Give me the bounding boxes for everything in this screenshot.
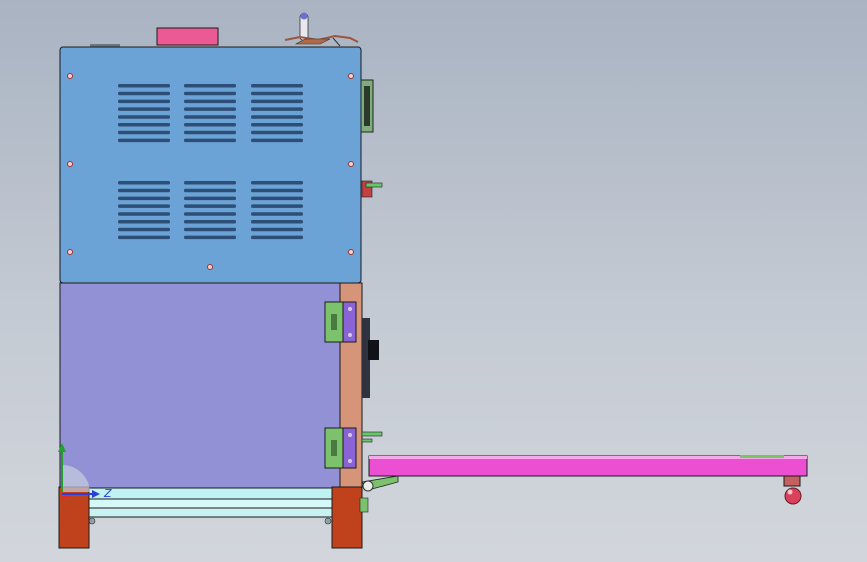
- vent-slot: [251, 181, 303, 185]
- vent-slot: [118, 99, 170, 104]
- vent-slot: [251, 130, 303, 135]
- vent-slot: [118, 204, 170, 208]
- vent-slot: [184, 196, 236, 201]
- z-axis-label: Z: [103, 487, 112, 500]
- vent-slot: [118, 188, 170, 193]
- vent-slot: [184, 123, 236, 127]
- vent-slot: [184, 181, 236, 185]
- vent-slot: [251, 235, 303, 240]
- vent-slot: [184, 130, 236, 135]
- vent-slot: [118, 196, 170, 201]
- vent-slot: [184, 84, 236, 88]
- vent-slot: [118, 220, 170, 224]
- vent-slot: [184, 107, 236, 111]
- vent-slot: [118, 91, 170, 96]
- caster-wheel: [784, 487, 802, 505]
- vent-slot: [184, 91, 236, 96]
- vent-slot: [184, 235, 236, 240]
- upper-side-bolt: [361, 180, 383, 198]
- vent-slot: [118, 123, 170, 127]
- vent-slot: [184, 220, 236, 224]
- vent-slot: [184, 138, 236, 143]
- vent-slot: [251, 115, 303, 119]
- vent-slot: [251, 196, 303, 201]
- vent-slot: [184, 99, 236, 104]
- vent-slot: [251, 123, 303, 127]
- vent-slot: [251, 99, 303, 104]
- right-foot: [331, 486, 363, 549]
- vent-slot: [251, 138, 303, 143]
- vent-slot: [251, 84, 303, 88]
- tray-arm: [359, 475, 399, 513]
- vent-slot: [251, 220, 303, 224]
- pull-out-tray: [368, 455, 808, 487]
- vent-slot: [118, 212, 170, 216]
- cad-viewport[interactable]: Z: [0, 0, 867, 562]
- top-label-plate: [156, 27, 219, 46]
- vent-slot: [251, 107, 303, 111]
- vent-slot: [118, 227, 170, 232]
- vent-slot: [251, 212, 303, 216]
- lower-hinge: [324, 427, 357, 469]
- vent-slot: [184, 204, 236, 208]
- vent-slot: [184, 212, 236, 216]
- vent-slot: [118, 181, 170, 185]
- vent-slot: [118, 84, 170, 88]
- door-side-bolt: [361, 431, 383, 443]
- vent-slot: [251, 227, 303, 232]
- vent-slot: [118, 138, 170, 143]
- cad-model-view[interactable]: Z: [0, 0, 867, 562]
- upper-cabinet: [59, 46, 362, 284]
- vent-slot: [118, 130, 170, 135]
- vent-slot: [118, 235, 170, 240]
- door-knob: [362, 318, 379, 398]
- vent-slot: [251, 91, 303, 96]
- vent-slot: [118, 107, 170, 111]
- lower-cabinet: [59, 282, 363, 489]
- vent-slot: [251, 188, 303, 193]
- upper-side-panel: [360, 79, 374, 133]
- vent-slot: [184, 115, 236, 119]
- vent-slot: [184, 227, 236, 232]
- top-valve-assembly: [284, 12, 359, 47]
- upper-hinge: [324, 301, 357, 343]
- vent-slot: [118, 115, 170, 119]
- vent-slot: [251, 204, 303, 208]
- vent-slot: [184, 188, 236, 193]
